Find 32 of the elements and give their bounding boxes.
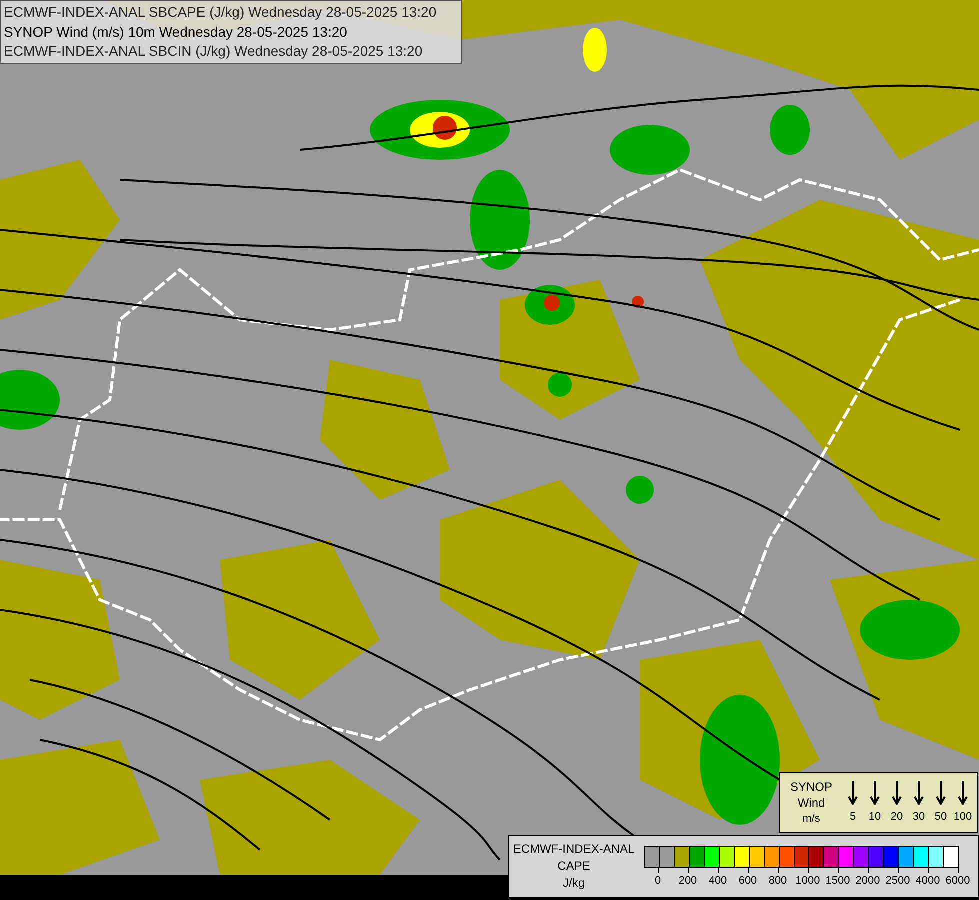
scale-tick-label: 4000	[916, 874, 940, 888]
wind-speed-label: 20	[890, 810, 904, 824]
scale-tick-label: 0	[654, 874, 662, 888]
scale-tick-label: 2500	[886, 874, 910, 888]
legend-title: J/kg	[562, 875, 585, 892]
wind-speed-label: 50	[934, 810, 948, 824]
wind-arrow-icon	[870, 780, 880, 804]
legend-title: SYNOP	[790, 778, 832, 794]
scale-tick-label: 1500	[826, 874, 850, 888]
wind-speed-label: 30	[912, 810, 926, 824]
map-title-line: ECMWF-INDEX-ANAL SBCAPE (J/kg) Wednesday 28-05-2025 13:20	[4, 3, 438, 22]
legend-title: CAPE	[558, 858, 590, 875]
scale-tick-label: 2000	[856, 874, 880, 888]
legend-title: m/s	[802, 812, 820, 826]
scale-tick-label: 200	[678, 874, 698, 888]
legend-title: Wind	[798, 794, 826, 810]
scale-tick-label: 800	[768, 874, 788, 888]
map-title-line: ECMWF-INDEX-ANAL SBCIN (J/kg) Wednesday 28-05-2025 13:20	[4, 42, 424, 61]
wind-speed-label: 100	[954, 810, 972, 824]
legend-title: ECMWF-INDEX-ANAL	[513, 841, 635, 858]
wind-speed-label: 5	[850, 810, 856, 824]
wind-arrow-icon	[958, 780, 968, 804]
map-title-line: SYNOP Wind (m/s) 10m Wednesday 28-05-2025 13:20	[4, 22, 348, 42]
wind-speed-label: 10	[868, 810, 882, 824]
wind-arrow-icon	[914, 780, 924, 804]
scale-tick-label: 600	[738, 874, 758, 888]
scale-tick-label: 6000	[946, 874, 970, 888]
scale-tick-label: 400	[708, 874, 728, 888]
wind-arrow-icon	[892, 780, 902, 804]
wind-arrow-icon	[848, 780, 858, 804]
wind-arrow-icon	[936, 780, 946, 804]
scale-tick-label: 1000	[796, 874, 820, 888]
